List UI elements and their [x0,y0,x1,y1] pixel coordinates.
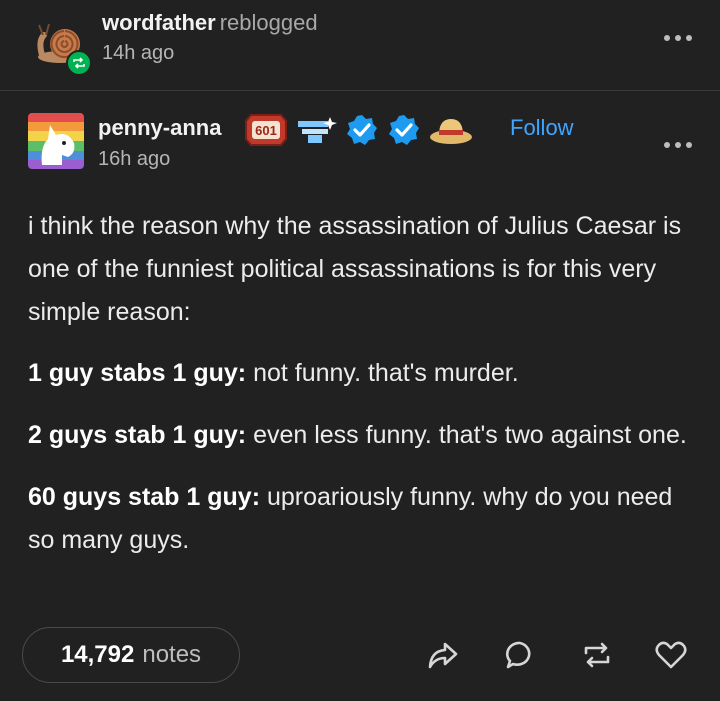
comment-icon[interactable] [503,638,537,672]
reblog-line: wordfather reblogged [102,10,318,36]
reblog-timestamp[interactable]: 14h ago [102,42,174,65]
reblog-action: reblogged [219,10,318,35]
share-icon[interactable] [426,638,460,672]
paragraph-text: even less funny. that's two against one. [246,421,687,449]
verified-check-icon[interactable] [344,113,380,147]
more-options-icon[interactable] [664,33,692,43]
post-timestamp[interactable]: 16h ago [98,148,170,171]
sparkle-badge-icon[interactable] [294,113,338,147]
straw-hat-icon[interactable] [428,113,474,147]
badge-601-text: 601 [255,123,277,138]
heart-icon[interactable] [654,638,688,672]
badge-row: 601 [244,112,474,148]
notes-label: notes [142,641,202,668]
paragraph-bold: 2 guys stab 1 guy: [28,421,247,449]
reblog-header: wordfather reblogged 14h ago [0,0,720,90]
post-paragraph: 60 guys stab 1 guy: uproariously funny. … [28,476,698,562]
post-header: penny-anna 16h ago 601 Follow [0,100,720,180]
notes-count: 14,792 [60,641,135,668]
post-intro: i think the reason why the assassination… [28,212,682,326]
notes-button[interactable]: 14,792 notes [22,627,240,683]
reblog-icon [66,50,92,76]
reblogger-username[interactable]: wordfather [102,10,216,35]
reblog-icon[interactable] [580,638,614,672]
verified-check-icon[interactable] [386,113,422,147]
badge-601-icon[interactable]: 601 [244,113,288,147]
follow-button[interactable]: Follow [510,115,574,141]
paragraph-text: not funny. that's murder. [246,359,519,387]
post-author[interactable]: penny-anna [98,115,221,141]
paragraph-bold: 1 guy stabs 1 guy: [28,359,247,387]
post-body: i think the reason why the assassination… [28,205,698,581]
divider [0,90,720,91]
pony-avatar[interactable] [28,113,84,169]
more-options-icon[interactable] [664,140,692,150]
post-paragraph: 2 guys stab 1 guy: even less funny. that… [28,414,698,457]
post-paragraph: 1 guy stabs 1 guy: not funny. that's mur… [28,352,698,395]
paragraph-bold: 60 guys stab 1 guy: [28,483,261,511]
